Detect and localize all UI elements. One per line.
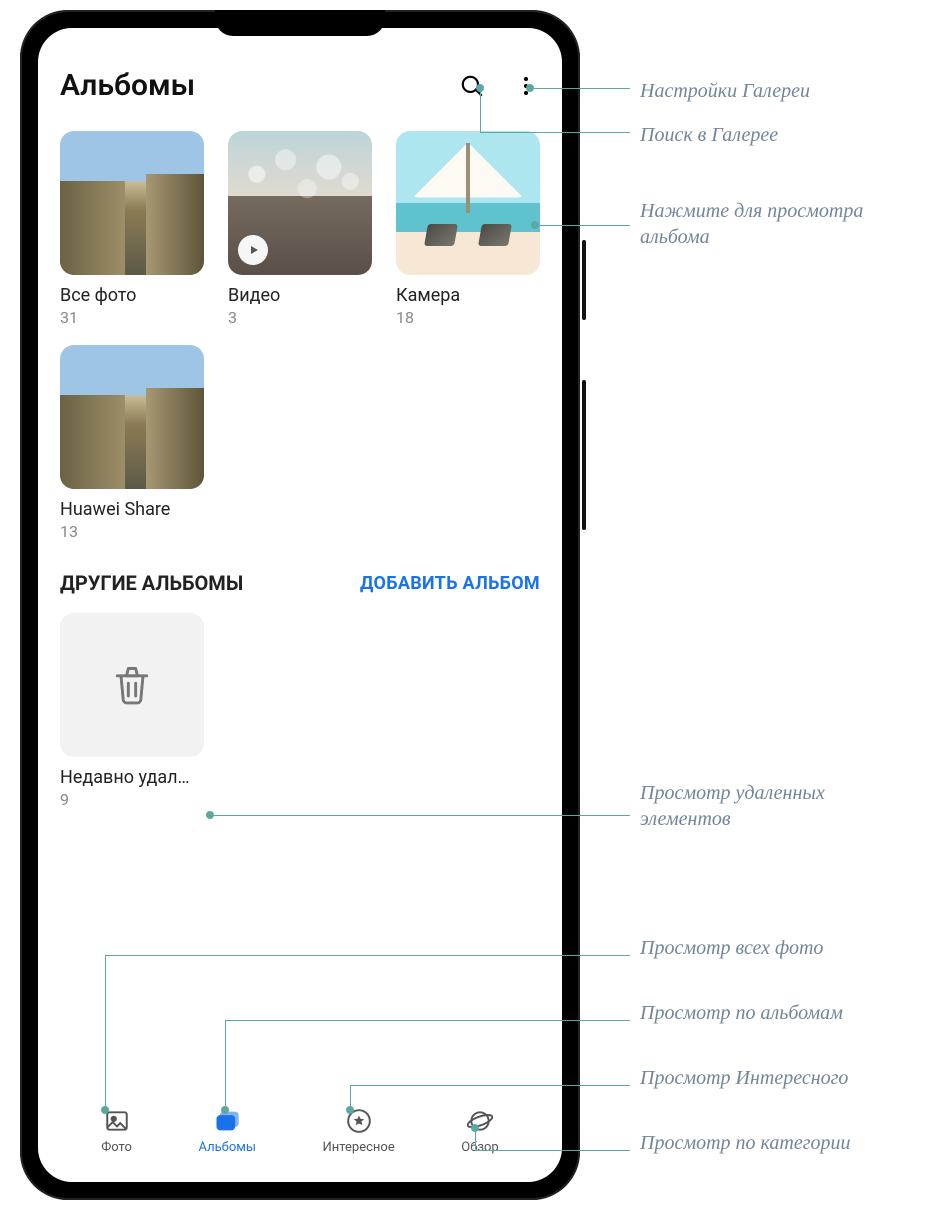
- album-camera[interactable]: Камера 18: [396, 131, 540, 327]
- callout-connector: [105, 955, 630, 956]
- callout-deleted: Просмотр удаленных элементов: [640, 780, 920, 832]
- nav-label: Обзор: [461, 1140, 498, 1155]
- album-name: Huawei Share: [60, 499, 204, 520]
- album-name: Недавно удал…: [60, 767, 204, 788]
- album-name: Камера: [396, 285, 540, 306]
- callout-connector: [530, 88, 630, 89]
- album-videos[interactable]: Видео 3: [228, 131, 372, 327]
- trash-icon: [60, 613, 204, 757]
- callout-connector: [475, 1128, 476, 1150]
- callout-by-albums: Просмотр по альбомам: [640, 1000, 920, 1026]
- album-count: 18: [396, 308, 540, 327]
- notch: [215, 10, 385, 36]
- callout-connector: [105, 955, 106, 1110]
- nav-label: Альбомы: [198, 1140, 256, 1155]
- album-count: 31: [60, 308, 204, 327]
- phone-frame: Альбомы: [20, 10, 580, 1200]
- screen: Альбомы: [38, 28, 562, 1182]
- album-all-photos[interactable]: Все фото 31: [60, 131, 204, 327]
- callout-connector: [475, 1150, 630, 1151]
- callout-connector: [480, 132, 630, 133]
- callout-connector: [350, 1085, 630, 1086]
- play-icon: [238, 235, 268, 265]
- callout-connector: [225, 1020, 226, 1110]
- album-count: 13: [60, 522, 204, 541]
- albums-grid: Все фото 31 Видео 3 Камера: [60, 131, 540, 541]
- album-thumbnail: [60, 345, 204, 489]
- add-album-button[interactable]: ДОБАВИТЬ АЛЬБОМ: [360, 573, 540, 594]
- nav-discover[interactable]: Обзор: [461, 1106, 498, 1155]
- planet-icon: [465, 1106, 495, 1136]
- section-title: ДРУГИЕ АЛЬБОМЫ: [60, 571, 243, 595]
- page-title: Альбомы: [60, 68, 195, 103]
- album-count: 9: [60, 790, 204, 809]
- callout-connector: [210, 815, 630, 816]
- nav-highlights[interactable]: Интересное: [323, 1106, 395, 1155]
- callout-connector: [480, 88, 481, 132]
- nav-label: Фото: [101, 1140, 132, 1155]
- album-thumbnail: [60, 131, 204, 275]
- callout-highlights: Просмотр Интересного: [640, 1065, 920, 1091]
- other-albums-grid: Недавно удал… 9: [60, 613, 540, 809]
- album-thumbnail: [228, 131, 372, 275]
- callout-tap-album: Нажмите для просмотра альбома: [640, 198, 920, 250]
- album-recently-deleted[interactable]: Недавно удал… 9: [60, 613, 204, 809]
- album-thumbnail: [396, 131, 540, 275]
- callout-connector: [225, 1020, 630, 1021]
- callout-settings: Настройки Галереи: [640, 78, 920, 104]
- album-name: Видео: [228, 285, 372, 306]
- callout-all-photos: Просмотр всех фото: [640, 935, 920, 961]
- section-header: ДРУГИЕ АЛЬБОМЫ ДОБАВИТЬ АЛЬБОМ: [60, 571, 540, 595]
- callout-by-category: Просмотр по категории: [640, 1130, 920, 1156]
- callout-connector: [350, 1085, 351, 1110]
- callout-connector: [535, 225, 630, 226]
- album-name: Все фото: [60, 285, 204, 306]
- callout-search: Поиск в Галерее: [640, 122, 920, 148]
- bottom-nav: Фото Альбомы Интересное: [38, 1090, 562, 1182]
- nav-label: Интересное: [323, 1140, 395, 1155]
- album-huawei-share[interactable]: Huawei Share 13: [60, 345, 204, 541]
- album-count: 3: [228, 308, 372, 327]
- header: Альбомы: [60, 68, 540, 103]
